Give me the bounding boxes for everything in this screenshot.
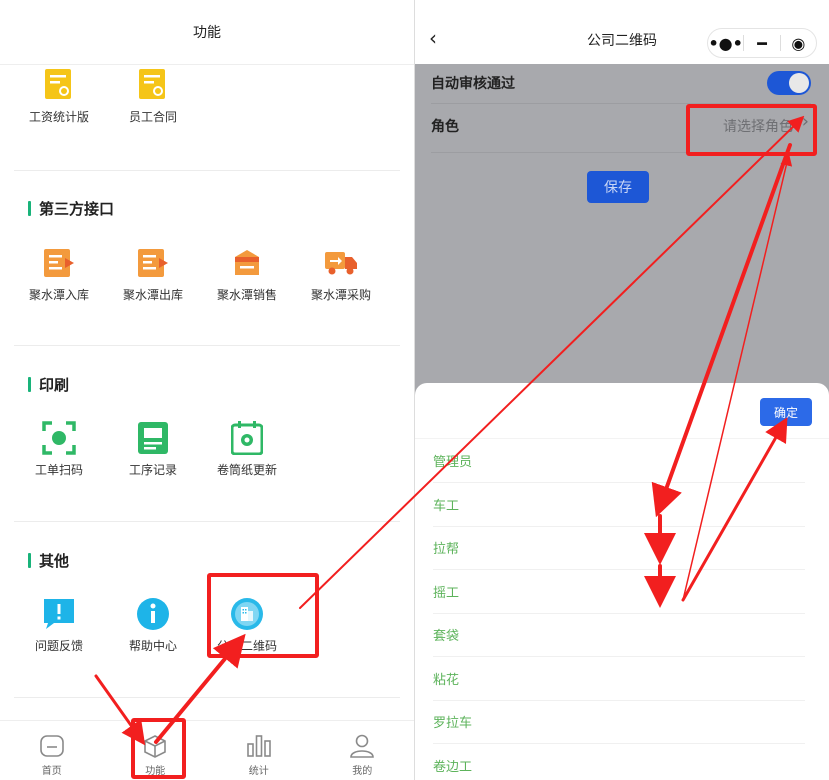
divider bbox=[14, 697, 400, 698]
function-jst-sales[interactable]: 聚水潭销售 bbox=[200, 246, 294, 303]
function-page: 功能 工资统计版 员工合同 第三方接口 聚水潭入库 聚水潭出库 聚水潭销售 聚水… bbox=[0, 0, 414, 780]
section-title-other: 其他 bbox=[28, 550, 69, 571]
salary-doc-icon bbox=[42, 68, 76, 102]
stock-in-icon bbox=[42, 246, 76, 280]
role-option[interactable]: 罗拉车 bbox=[433, 700, 805, 744]
tab-mine[interactable]: 我的 bbox=[311, 721, 415, 780]
help-info-icon bbox=[136, 597, 170, 631]
section-title-third-party: 第三方接口 bbox=[28, 198, 114, 219]
function-label: 聚水潭采购 bbox=[310, 288, 371, 302]
roll-paper-calendar-icon bbox=[230, 421, 264, 455]
stock-out-icon bbox=[136, 246, 170, 280]
function-label: 聚水潭出库 bbox=[122, 288, 183, 302]
function-label: 员工合同 bbox=[128, 110, 177, 124]
function-label: 聚水潭销售 bbox=[216, 288, 277, 302]
role-option[interactable]: 卷边工 bbox=[433, 744, 805, 780]
sales-box-icon bbox=[230, 246, 264, 280]
page-title: 功能 bbox=[0, 0, 414, 65]
process-record-icon bbox=[136, 421, 170, 455]
function-employee-contract[interactable]: 员工合同 bbox=[106, 68, 200, 125]
highlight-company-qrcode bbox=[207, 573, 319, 658]
contract-doc-icon bbox=[136, 68, 170, 102]
function-label: 卷筒纸更新 bbox=[216, 463, 277, 477]
feedback-icon bbox=[42, 597, 76, 631]
function-process-record[interactable]: 工序记录 bbox=[106, 421, 200, 478]
role-picker-sheet: 确定 管理员 车工 拉帮 摇工 套袋 粘花 罗拉车 卷边工 bbox=[415, 383, 829, 780]
section-title-printing: 印刷 bbox=[28, 374, 69, 395]
auto-approve-label: 自动审核通过 bbox=[431, 76, 515, 92]
close-target-icon[interactable]: ◉ bbox=[781, 29, 816, 57]
function-label: 帮助中心 bbox=[128, 639, 177, 653]
function-feedback[interactable]: 问题反馈 bbox=[12, 597, 106, 654]
function-label: 工资统计版 bbox=[28, 110, 89, 124]
tab-home[interactable]: 首页 bbox=[0, 721, 104, 780]
function-salary-stats[interactable]: 工资统计版 bbox=[12, 68, 106, 125]
auto-approve-row: 自动审核通过 bbox=[431, 70, 811, 96]
role-option[interactable]: 粘花 bbox=[433, 657, 805, 701]
tab-statistics[interactable]: 统计 bbox=[207, 721, 311, 780]
highlight-role-row bbox=[686, 104, 817, 156]
role-option[interactable]: 车工 bbox=[433, 483, 805, 527]
divider bbox=[14, 521, 400, 522]
profile-icon bbox=[350, 734, 375, 758]
more-dots-icon[interactable]: •●• bbox=[708, 29, 743, 57]
role-option[interactable]: 套袋 bbox=[433, 613, 805, 657]
nav-bar: ‹ 公司二维码 •●• ━ ◉ bbox=[415, 0, 829, 64]
function-label: 工单扫码 bbox=[34, 463, 83, 477]
minimize-icon[interactable]: ━ bbox=[744, 29, 779, 57]
divider bbox=[14, 170, 400, 171]
purchase-truck-icon bbox=[324, 246, 358, 280]
divider bbox=[14, 345, 400, 346]
function-jst-purchase[interactable]: 聚水潭采购 bbox=[294, 246, 388, 303]
function-jst-stock-out[interactable]: 聚水潭出库 bbox=[106, 246, 200, 303]
bottom-tab-bar: 首页 功能 统计 我的 bbox=[0, 720, 414, 780]
function-label: 工序记录 bbox=[128, 463, 177, 477]
function-jst-stock-in[interactable]: 聚水潭入库 bbox=[12, 246, 106, 303]
section-accent-bar bbox=[28, 553, 31, 568]
miniapp-capsule: •●• ━ ◉ bbox=[707, 28, 817, 58]
role-option[interactable]: 摇工 bbox=[433, 570, 805, 614]
save-button[interactable]: 保存 bbox=[587, 171, 649, 203]
function-roll-paper-update[interactable]: 卷筒纸更新 bbox=[200, 421, 294, 478]
stats-bar-icon bbox=[246, 735, 271, 757]
role-option[interactable]: 拉帮 bbox=[433, 526, 805, 570]
auto-approve-switch[interactable] bbox=[767, 71, 811, 95]
role-option[interactable]: 管理员 bbox=[433, 439, 805, 483]
scan-icon bbox=[42, 421, 76, 455]
highlight-tab-function bbox=[131, 718, 186, 779]
function-label: 问题反馈 bbox=[34, 639, 83, 653]
section-accent-bar bbox=[28, 377, 31, 392]
function-work-order-scan[interactable]: 工单扫码 bbox=[12, 421, 106, 478]
section-accent-bar bbox=[28, 201, 31, 216]
role-label: 角色 bbox=[431, 119, 459, 135]
home-icon bbox=[39, 735, 64, 757]
function-label: 聚水潭入库 bbox=[28, 288, 89, 302]
function-help-center[interactable]: 帮助中心 bbox=[106, 597, 200, 654]
confirm-button[interactable]: 确定 bbox=[760, 398, 812, 426]
